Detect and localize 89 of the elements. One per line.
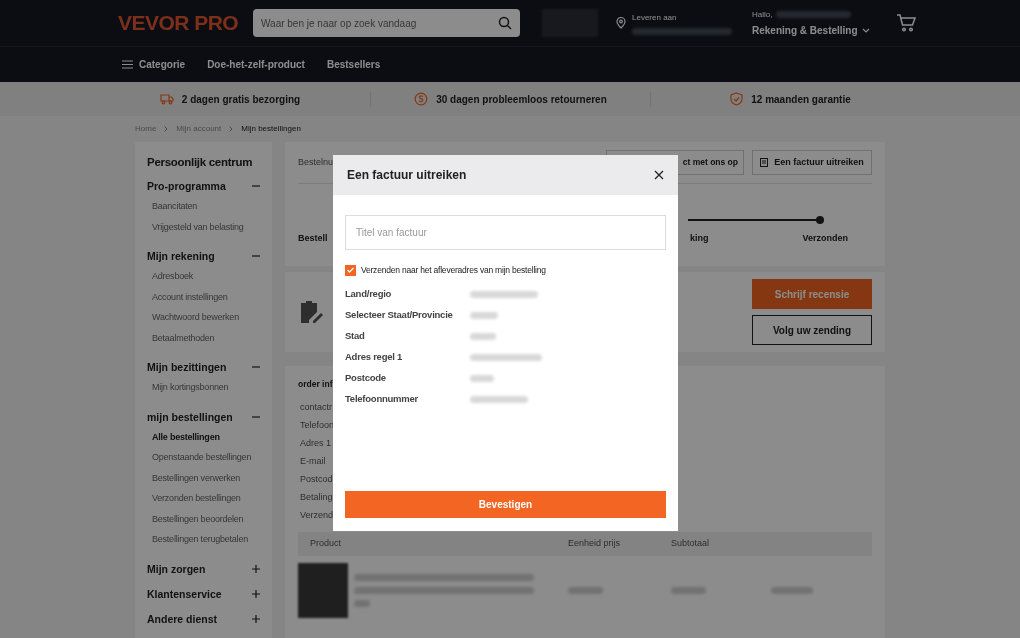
chevron-right-icon	[229, 126, 234, 132]
invoice-title-field[interactable]: Titel van factuur	[345, 215, 666, 250]
sidebar-link[interactable]: Openstaande bestellingen	[147, 451, 260, 464]
sidebar-link[interactable]: Adresboek	[147, 270, 260, 283]
address-field-label: Stad	[345, 329, 366, 344]
breadcrumb-link[interactable]: Mijn bestellingen	[241, 123, 301, 135]
location-pin-icon	[616, 17, 626, 29]
sidebar-section-toggle[interactable]: Klantenservice	[147, 587, 260, 600]
benefit-text: 12 maanden garantie	[751, 92, 851, 107]
sidebar-section-toggle[interactable]: Andere dienst	[147, 612, 260, 625]
search-icon[interactable]	[498, 16, 512, 30]
blurred-text	[671, 587, 706, 595]
blurred-text	[470, 395, 528, 403]
sidebar-link[interactable]: Bestellingen beoordelen	[147, 512, 260, 526]
checkbox-label: Verzenden naar het afleveradres van mijn bestelling	[361, 264, 546, 277]
blurred-text	[470, 311, 498, 319]
dialog-title: Een factuur uitreiken	[347, 167, 467, 184]
sidebar-link[interactable]: Wachtwoord bewerken	[147, 311, 260, 324]
benefit-text: 2 dagen gratis bezorging	[181, 92, 301, 107]
column-header: Eenheid prijs	[568, 537, 622, 550]
address-field-label: Telefoonnummer	[345, 392, 420, 407]
progress-step-label: Bestell	[298, 232, 328, 245]
category-menu-button[interactable]: Categorie	[122, 57, 186, 72]
plus-icon	[252, 564, 260, 573]
logo[interactable]: VEVOR PRO	[118, 7, 253, 39]
order-number-label: Bestelnu	[298, 155, 334, 169]
sidebar-link[interactable]: Mijn kortingsbonnen	[147, 381, 260, 394]
address-field-label: Adres regel 1	[345, 350, 404, 365]
photo-placeholder	[298, 563, 348, 619]
close-icon[interactable]	[654, 170, 664, 180]
plus-icon	[252, 614, 260, 623]
blurred-text	[354, 600, 370, 608]
order-info-label: Postcod	[300, 472, 333, 486]
blurred-text	[470, 353, 542, 361]
column-header: Subtotaal	[671, 537, 711, 550]
sidebar-section-toggle[interactable]: Mijn bezittingen	[147, 361, 260, 374]
progress-step-label: king	[690, 232, 709, 245]
blurred-text	[470, 374, 494, 382]
order-info-label: Adres 1	[300, 436, 332, 450]
nav-link[interactable]: Doe-het-zelf-product	[207, 57, 305, 72]
plus-icon	[252, 589, 260, 598]
address-field-label: Land/regio	[345, 287, 393, 302]
track-shipment-button[interactable]: Volg uw zending	[752, 315, 872, 345]
column-header: Product	[309, 537, 343, 550]
sidebar-link[interactable]: Bestellingen verwerken	[147, 471, 260, 485]
sidebar-section-toggle[interactable]: mijn bestellingen	[147, 410, 260, 423]
sidebar-link[interactable]: Verzonden bestellingen	[147, 492, 260, 505]
address-field-label: Postcode	[345, 371, 387, 386]
benefit-text: 30 dagen probleemloos retourneren	[436, 92, 607, 107]
blurred-text	[568, 587, 603, 595]
progress-step-label: Verzonden	[802, 232, 848, 245]
sidebar-section-toggle[interactable]: Pro-programma	[147, 180, 260, 193]
order-info-label: Verzendi	[300, 508, 336, 522]
checkbox[interactable]	[345, 264, 356, 276]
order-info-label: contactr	[300, 400, 332, 414]
sidebar-link[interactable]: Bestellingen terugbetalen	[147, 533, 260, 546]
address-field-label: Selecteer Staat/Provincie	[345, 308, 454, 323]
sidebar-link[interactable]: Betaalmethoden	[147, 331, 260, 345]
account-menu-button[interactable]: Rekening & Bestelling	[752, 22, 870, 38]
blurred-text	[771, 587, 813, 595]
invoice-button[interactable]: Een factuur uitreiken	[752, 150, 872, 175]
shield-check-icon	[730, 92, 744, 106]
blurred-text	[470, 332, 496, 340]
greeting-text: Hallo,	[752, 8, 773, 21]
sidebar-section-toggle[interactable]: Mijn zorgen	[147, 562, 260, 575]
sidebar-link[interactable]: Alle bestellingen	[147, 430, 260, 444]
dollar-circle-icon	[414, 92, 429, 106]
sidebar-link[interactable]: Vrijgesteld van belasting	[147, 220, 260, 234]
search-field[interactable]: Waar ben je naar op zoek vandaag	[253, 9, 520, 37]
truck-icon	[159, 93, 174, 105]
sidebar-link[interactable]: Account instellingen	[147, 290, 260, 304]
write-review-button[interactable]: Schrijf recensie	[752, 279, 872, 309]
order-info-label: E-mail	[300, 454, 326, 468]
order-info-label: Betaling	[300, 490, 333, 504]
chevron-right-icon	[164, 126, 169, 132]
chevron-down-icon	[861, 27, 870, 33]
menu-icon	[122, 60, 133, 69]
delivery-label: Leveren aan	[632, 11, 678, 24]
order-info-title: order inf	[298, 378, 333, 391]
sidebar-link[interactable]: Baancitaten	[147, 200, 260, 213]
order-info-label: Telefoon	[300, 418, 335, 432]
clipboard-edit-icon	[298, 299, 324, 325]
blurred-text	[470, 290, 538, 298]
document-icon	[760, 158, 769, 167]
sidebar-title: Persoonlijk centrum	[147, 155, 254, 170]
sidebar-section-toggle[interactable]: Mijn rekening	[147, 250, 260, 263]
cart-icon[interactable]	[895, 14, 916, 32]
nav-link[interactable]: Bestsellers	[326, 57, 381, 72]
confirm-button[interactable]: Bevestigen	[345, 491, 666, 518]
